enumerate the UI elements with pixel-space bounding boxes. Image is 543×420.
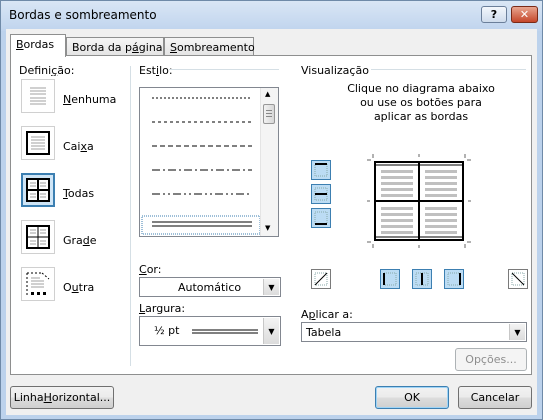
color-value: Automático <box>178 281 242 294</box>
tab-label-mnemonic: á <box>132 41 139 54</box>
label-mnemonic: u <box>71 281 79 294</box>
inside-horizontal-border-button[interactable] <box>311 184 331 204</box>
setting-custom-icon[interactable] <box>21 267 55 301</box>
width-sample-line <box>192 329 258 334</box>
setting-grid-icon[interactable] <box>21 220 55 254</box>
divider <box>130 66 131 366</box>
width-combobox[interactable]: ½ pt ▼ <box>139 316 281 346</box>
bottom-border-button[interactable] <box>311 208 331 228</box>
scroll-down-icon[interactable]: ▼ <box>265 224 270 232</box>
preview-hint: Clique no diagrama abaixo ou use os botõ… <box>347 82 495 123</box>
tab-borda-da-pagina[interactable]: Borda da página <box>66 37 164 56</box>
label-text: Gra <box>63 234 83 247</box>
tab-label: gina <box>138 41 163 54</box>
label-text: odas <box>67 187 95 200</box>
heading-text: Est <box>139 64 156 77</box>
label-text: tra <box>78 281 95 294</box>
chevron-down-icon[interactable]: ▼ <box>263 279 279 295</box>
diagonal-up-border-button[interactable] <box>508 269 528 289</box>
top-border-button[interactable] <box>311 160 331 180</box>
setting-all-icon[interactable] <box>21 173 55 207</box>
width-value: ½ pt <box>154 324 180 337</box>
style-scrollbar[interactable]: ▲ ▼ <box>260 88 278 236</box>
button-text: orizontal... <box>51 391 111 404</box>
dialog-client: Bordas Borda da página Sombreamento Defi… <box>6 29 537 415</box>
chevron-down-icon[interactable]: ▼ <box>263 318 279 344</box>
style-listbox[interactable]: ▲ ▼ <box>139 87 279 237</box>
label-text: a <box>87 140 94 153</box>
options-button[interactable]: Opções... <box>455 348 527 371</box>
label-mnemonic: C <box>139 263 147 276</box>
setting-all-label[interactable]: Todas <box>63 187 94 200</box>
definicao-heading: Definição: <box>19 64 74 77</box>
right-border-button[interactable] <box>444 269 464 289</box>
aplicar-label: Aplicar a: <box>301 308 353 321</box>
divider <box>371 69 526 70</box>
tab-label: ordas <box>23 38 55 51</box>
setting-grid-label[interactable]: Grade <box>63 234 97 247</box>
label-text: O <box>63 281 72 294</box>
button-text: Linha <box>13 391 44 404</box>
apply-to-value: Tabela <box>306 326 342 339</box>
border-preview-diagram[interactable] <box>367 154 471 248</box>
heading-text: lo: <box>159 64 173 77</box>
largura-label: Largura: <box>139 302 185 315</box>
label-text: A <box>301 308 309 321</box>
scroll-thumb[interactable] <box>263 104 275 124</box>
scroll-up-icon[interactable]: ▲ <box>265 90 270 98</box>
cancel-button[interactable]: Cancelar <box>458 386 532 409</box>
tab-sombreamento[interactable]: Sombreamento <box>164 37 255 56</box>
label-mnemonic: p <box>308 308 316 321</box>
tab-label-mnemonic: B <box>16 38 24 51</box>
cor-label: Cor: <box>139 263 161 276</box>
inside-vertical-border-button[interactable] <box>412 269 432 289</box>
label-text: or: <box>146 263 162 276</box>
tab-label-mnemonic: S <box>170 41 177 54</box>
apply-to-combobox[interactable]: Tabela ▼ <box>301 322 527 342</box>
dialog-window: Bordas e sombreamento ? ✕ Bordas Borda d… <box>0 0 543 420</box>
setting-none-label[interactable]: Nenhuma <box>63 93 116 106</box>
setting-box-label[interactable]: Caixa <box>63 140 94 153</box>
color-combobox[interactable]: Automático ▼ <box>139 277 281 297</box>
horizontal-line-button[interactable]: Linha Horizontal... <box>10 386 114 409</box>
help-icon: ? <box>490 8 498 21</box>
title-bar: Bordas e sombreamento ? ✕ <box>1 1 542 29</box>
tab-label: ombreamento <box>176 41 255 54</box>
estilo-heading: Estilo: <box>139 64 173 77</box>
button-mnemonic: H <box>43 391 52 404</box>
help-button[interactable]: ? <box>481 6 507 23</box>
close-button[interactable]: ✕ <box>511 6 538 23</box>
diagonal-down-border-button[interactable] <box>311 269 331 289</box>
label-text: enhuma <box>71 93 117 106</box>
label-mnemonic: d <box>82 234 90 247</box>
heading-text: ão: <box>57 64 75 77</box>
left-border-button[interactable] <box>380 269 400 289</box>
ok-button[interactable]: OK <box>375 386 449 409</box>
setting-custom-label[interactable]: Outra <box>63 281 94 294</box>
close-icon: ✕ <box>519 8 530 21</box>
tab-bordas[interactable]: Bordas <box>10 34 66 57</box>
label-text: e <box>89 234 97 247</box>
label-mnemonic: N <box>63 93 72 106</box>
label-text: Cai <box>63 140 81 153</box>
line-style-samples <box>141 97 261 235</box>
heading-text: Defini <box>19 64 52 77</box>
label-text: argura: <box>145 302 186 315</box>
setting-none-icon[interactable] <box>21 79 55 113</box>
tab-label: Borda da p <box>72 41 133 54</box>
setting-box-icon[interactable] <box>21 126 55 160</box>
window-title: Bordas e sombreamento <box>9 8 157 22</box>
visualizacao-heading: Visualização <box>301 64 369 77</box>
label-text: licar a: <box>315 308 353 321</box>
divider <box>169 69 279 70</box>
chevron-down-icon[interactable]: ▼ <box>509 324 525 340</box>
tab-panel-bordas: Definição: Nenhuma Caixa Todas Grade Out… <box>10 55 532 375</box>
